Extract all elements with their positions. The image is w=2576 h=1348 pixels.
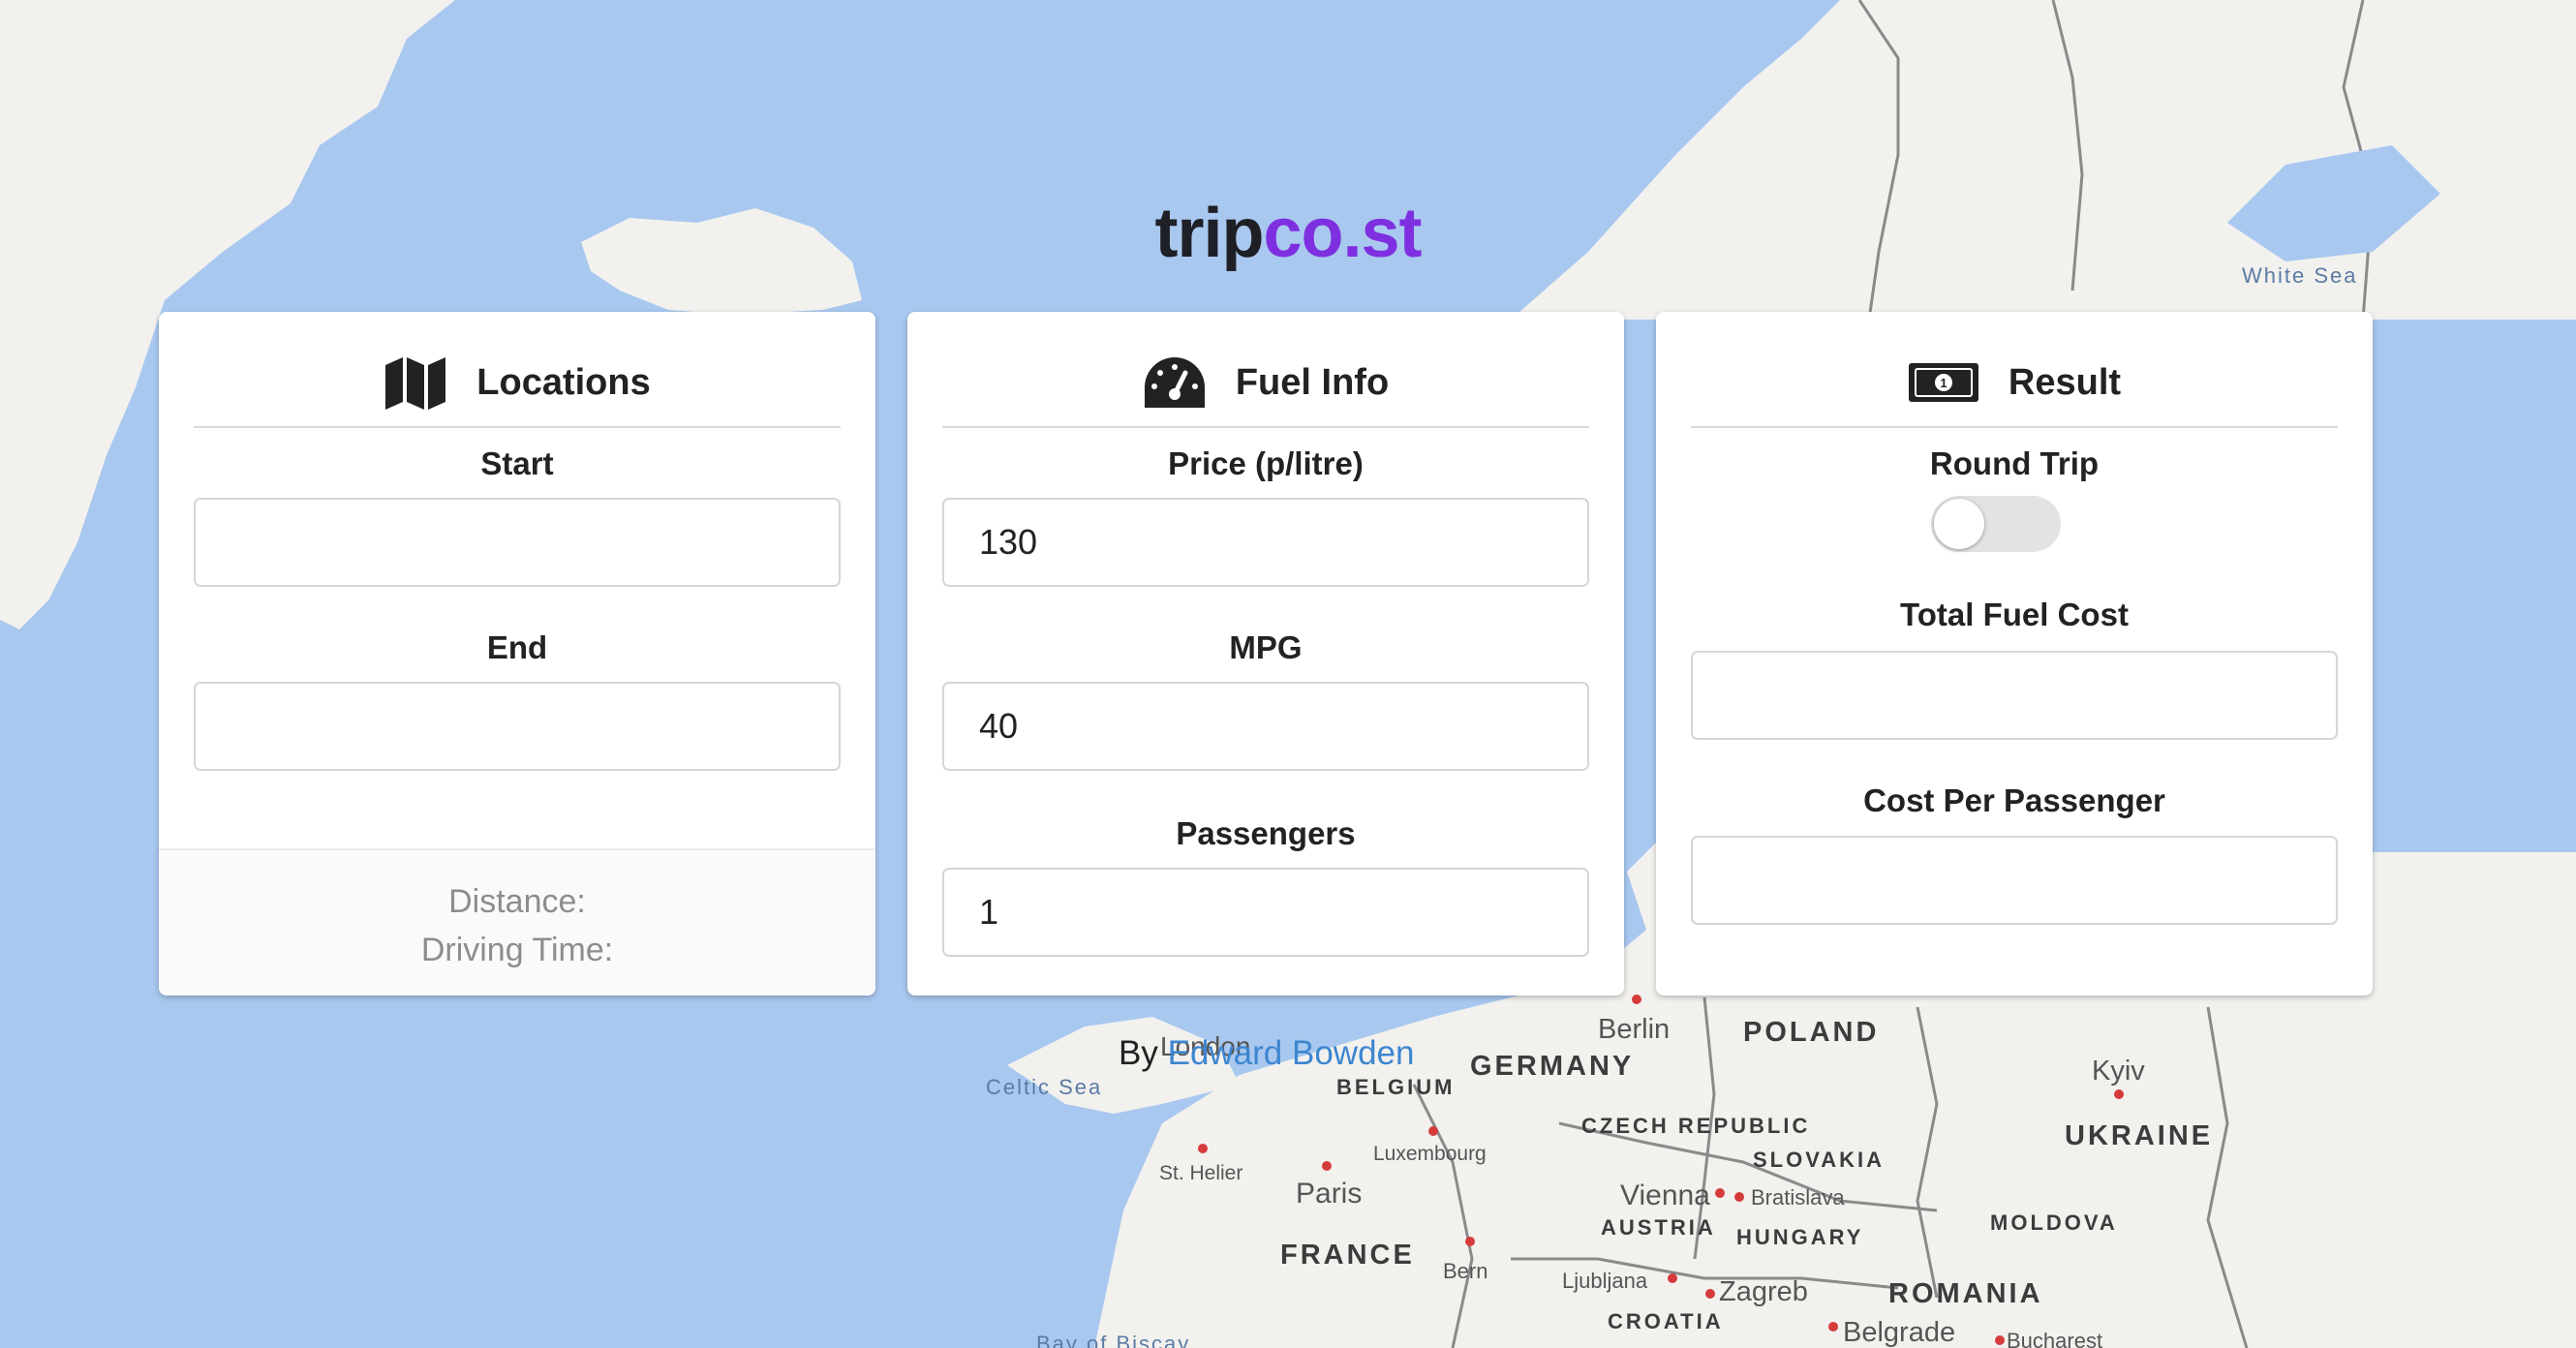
map-label-luxembourg: Luxembourg — [1373, 1143, 1487, 1165]
map-label-hungary: HUNGARY — [1736, 1225, 1863, 1249]
map-label-moldova: MOLDOVA — [1990, 1210, 2118, 1235]
total-fuel-cost-label: Total Fuel Cost — [1900, 597, 2129, 632]
price-label: Price (p/litre) — [1168, 445, 1364, 481]
author-link[interactable]: Edward Bowden — [1168, 1034, 1415, 1072]
logo-part-cost: co.st — [1263, 195, 1422, 272]
start-label: Start — [480, 445, 554, 481]
start-input[interactable] — [194, 498, 841, 587]
map-label-bucharest: Bucharest — [2007, 1329, 2102, 1348]
result-card-header: 1 Result — [1691, 339, 2338, 428]
map-label-zagreb: Zagreb — [1719, 1276, 1808, 1307]
round-trip-toggle[interactable] — [1931, 496, 2061, 552]
cost-per-passenger-field[interactable] — [1691, 836, 2338, 925]
fuel-info-card: Fuel Info Price (p/litre) 130 MPG 40 Pas… — [907, 312, 1624, 996]
passengers-input[interactable]: 1 — [942, 868, 1589, 957]
app-logo: tripco.st — [0, 194, 2576, 273]
result-card: 1 Result Round Trip Total Fuel Cost Cost… — [1656, 312, 2373, 996]
end-label: End — [486, 629, 548, 665]
price-input[interactable]: 130 — [942, 498, 1589, 587]
map-label-poland: POLAND — [1743, 1017, 1879, 1048]
map-icon — [385, 357, 446, 410]
map-label-bern: Bern — [1443, 1259, 1487, 1283]
map-label-czech-republic: CZECH REPUBLIC — [1581, 1114, 1810, 1138]
map-label-bay-of-biscay: Bay of Biscay — [1036, 1332, 1190, 1348]
byline: By Edward Bowden — [1119, 1034, 1414, 1073]
round-trip-toggle-knob — [1934, 499, 1984, 549]
map-label-paris: Paris — [1296, 1178, 1362, 1210]
locations-title: Locations — [476, 361, 651, 403]
locations-card: Locations Start End Distance: Driving Ti… — [159, 312, 875, 996]
map-label-slovakia: SLOVAKIA — [1753, 1148, 1885, 1172]
result-title: Result — [2008, 361, 2122, 403]
mpg-label: MPG — [1229, 629, 1303, 665]
fuel-info-title: Fuel Info — [1235, 361, 1390, 403]
map-label-france: FRANCE — [1280, 1240, 1415, 1271]
map-label-belgrade: Belgrade — [1843, 1317, 1955, 1348]
map-label-kyiv: Kyiv — [2092, 1056, 2145, 1087]
svg-text:1: 1 — [1940, 376, 1947, 390]
map-label-bratislava: Bratislava — [1751, 1185, 1845, 1210]
distance-label: Distance: — [448, 883, 586, 920]
map-label-austria: AUSTRIA — [1601, 1215, 1716, 1240]
map-label-vienna: Vienna — [1620, 1180, 1710, 1211]
mpg-input[interactable]: 40 — [942, 682, 1589, 771]
total-fuel-cost-field[interactable] — [1691, 651, 2338, 740]
map-label-germany: GERMANY — [1470, 1051, 1634, 1082]
map-label-ljubljana: Ljubljana — [1562, 1269, 1648, 1293]
round-trip-label: Round Trip — [1929, 445, 2100, 481]
logo-part-trip: trip — [1154, 195, 1264, 272]
route-info-area: Distance: Driving Time: — [159, 848, 875, 996]
money-bill-icon: 1 — [1908, 363, 1978, 402]
passengers-label: Passengers — [1176, 815, 1356, 851]
cost-per-passenger-label: Cost Per Passenger — [1863, 782, 2165, 818]
fuel-info-card-header: Fuel Info — [942, 339, 1589, 428]
locations-card-header: Locations — [194, 339, 841, 428]
map-label-st-helier: St. Helier — [1159, 1162, 1242, 1184]
map-label-romania: ROMANIA — [1888, 1278, 2043, 1309]
map-label-belgium: BELGIUM — [1336, 1075, 1455, 1099]
map-label-celtic-sea: Celtic Sea — [986, 1075, 1102, 1099]
map-label-croatia: CROATIA — [1608, 1309, 1724, 1333]
map-label-ukraine: UKRAINE — [2065, 1120, 2213, 1151]
speedometer-icon — [1144, 357, 1205, 408]
byline-prefix: By — [1119, 1034, 1158, 1072]
end-input[interactable] — [194, 682, 841, 771]
driving-time-label: Driving Time: — [420, 932, 614, 968]
map-label-berlin: Berlin — [1598, 1014, 1670, 1045]
